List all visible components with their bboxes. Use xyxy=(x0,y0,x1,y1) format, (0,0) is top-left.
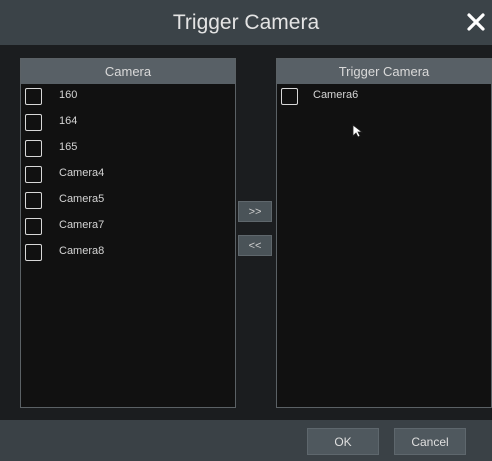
camera-checkbox[interactable] xyxy=(25,114,42,131)
camera-list-item[interactable]: Camera5 xyxy=(21,188,235,214)
trigger-camera-checkbox[interactable] xyxy=(281,88,298,105)
close-icon-glyph xyxy=(467,13,485,31)
trigger-camera-list-panel: Trigger Camera Camera6 xyxy=(276,58,492,408)
camera-item-label: Camera8 xyxy=(59,245,105,257)
camera-checkbox[interactable] xyxy=(25,166,42,183)
camera-list-item[interactable]: 165 xyxy=(21,136,235,162)
camera-list-item[interactable]: Camera7 xyxy=(21,214,235,240)
camera-list-item[interactable]: 160 xyxy=(21,84,235,110)
add-trigger-camera-button[interactable]: >> xyxy=(238,201,272,222)
camera-list-item[interactable]: Camera4 xyxy=(21,162,235,188)
camera-item-label: 165 xyxy=(59,141,78,153)
camera-list-header: Camera xyxy=(21,59,235,84)
trigger-camera-item-label: Camera6 xyxy=(313,89,359,101)
camera-checkbox[interactable] xyxy=(25,88,42,105)
camera-list-panel: Camera 160 164 165 Camera4 Camera5 Camer… xyxy=(20,58,236,408)
cancel-button[interactable]: Cancel xyxy=(394,428,466,455)
camera-item-label: Camera4 xyxy=(59,167,105,179)
camera-list-item[interactable]: 164 xyxy=(21,110,235,136)
camera-checkbox[interactable] xyxy=(25,218,42,235)
camera-item-label: 164 xyxy=(59,115,78,127)
camera-list-item[interactable]: Camera8 xyxy=(21,240,235,266)
remove-trigger-camera-button[interactable]: << xyxy=(238,235,272,256)
close-icon[interactable] xyxy=(464,10,488,34)
trigger-camera-list-header: Trigger Camera xyxy=(277,59,491,84)
dialog-title: Trigger Camera xyxy=(172,11,320,34)
mouse-pointer-icon xyxy=(352,124,364,138)
camera-item-label: 160 xyxy=(59,89,78,101)
camera-item-label: Camera7 xyxy=(59,219,105,231)
camera-item-label: Camera5 xyxy=(59,193,105,205)
camera-checkbox[interactable] xyxy=(25,192,42,209)
trigger-camera-list-item[interactable]: Camera6 xyxy=(277,84,491,110)
camera-checkbox[interactable] xyxy=(25,244,42,261)
ok-button[interactable]: OK xyxy=(307,428,379,455)
camera-checkbox[interactable] xyxy=(25,140,42,157)
trigger-camera-dialog: Trigger Camera Camera 160 164 165 Camera… xyxy=(0,0,492,461)
